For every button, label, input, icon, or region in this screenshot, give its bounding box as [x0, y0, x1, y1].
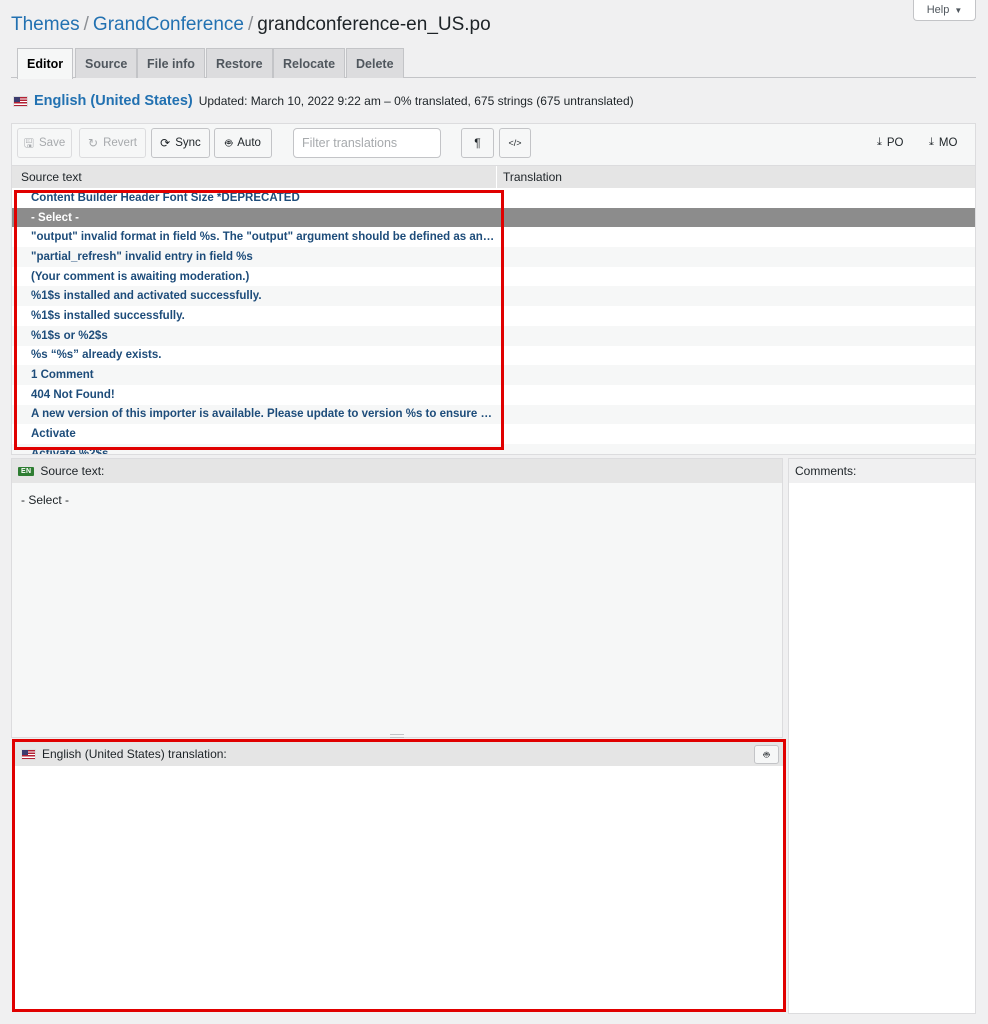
breadcrumb-themes-link[interactable]: Themes — [11, 14, 80, 35]
save-label: Save — [39, 137, 66, 149]
us-flag-icon — [21, 748, 36, 760]
filter-translations-input[interactable] — [293, 128, 441, 158]
source-text-panel: EN Source text: - Select - — [11, 458, 783, 738]
translation-panel: English (United States) translation: 🤖︎ — [14, 741, 785, 1011]
tab-source[interactable]: Source — [75, 48, 138, 78]
source-text-column-header[interactable]: Source text — [21, 170, 82, 184]
invisibles-toggle-button[interactable]: ¶ — [461, 128, 494, 158]
help-label: Help — [926, 4, 950, 16]
string-row[interactable]: A new version of this importer is availa… — [12, 404, 975, 425]
source-text-panel-header: EN Source text: — [12, 459, 782, 483]
auto-translate-single-button[interactable]: 🤖︎ — [754, 745, 779, 764]
string-row-source-text: Content Builder Header Font Size *DEPREC… — [31, 191, 300, 204]
revert-icon: ↻ — [88, 136, 99, 150]
string-row-source-text: "partial_refresh" invalid entry in field… — [31, 250, 253, 263]
language-link[interactable]: English (United States) — [34, 93, 193, 109]
en-language-badge: EN — [18, 466, 35, 476]
string-row[interactable]: (Your comment is awaiting moderation.) — [12, 266, 975, 287]
string-row[interactable]: %1$s or %2$s — [12, 325, 975, 346]
breadcrumb-theme-link[interactable]: GrandConference — [93, 14, 244, 35]
revert-button[interactable]: ↻ Revert — [79, 128, 146, 158]
translation-column-header[interactable]: Translation — [503, 170, 562, 184]
string-row-source-text: %1$s or %2$s — [31, 329, 108, 342]
string-row[interactable]: "output" invalid format in field %s. The… — [12, 227, 975, 248]
string-row[interactable]: - Select - — [12, 207, 975, 228]
breadcrumb: Themes / GrandConference / grandconference-e… — [11, 12, 491, 38]
chevron-down-icon: ▼ — [954, 5, 963, 15]
string-list-header: Source text Translation — [12, 166, 975, 188]
download-po-button[interactable]: ⤓ PO — [877, 136, 904, 149]
string-row[interactable]: Activate %2$s — [12, 443, 975, 454]
string-row[interactable]: %1$s installed successfully. — [12, 306, 975, 326]
pilcrow-icon: ¶ — [474, 136, 481, 150]
breadcrumb-separator: / — [247, 14, 254, 35]
breadcrumb-separator: / — [83, 14, 89, 35]
tab-file-info[interactable]: File info — [137, 48, 205, 78]
resize-handle[interactable] — [390, 734, 404, 738]
string-row-source-text: %s “%s” already exists. — [31, 349, 162, 362]
download-po-label: PO — [886, 136, 904, 149]
string-row[interactable]: %1$s installed and activated successfull… — [12, 286, 975, 307]
download-icon: ⤓ — [877, 136, 882, 148]
sync-icon: ⟳ — [160, 136, 171, 150]
string-row[interactable]: 404 Not Found! — [12, 384, 975, 405]
translation-panel-header: English (United States) translation: 🤖︎ — [15, 742, 784, 766]
sync-button[interactable]: ⟳ Sync — [151, 128, 210, 158]
toolbar: 🖫 Save ↻ Revert ⟳ Sync 🤖︎ Auto ¶ </> ⤓ P… — [12, 124, 975, 166]
string-row[interactable]: %s “%s” already exists. — [12, 345, 975, 366]
download-mo-button[interactable]: ⤓ MO — [929, 136, 957, 149]
string-row-source-text: %1$s installed and activated successfull… — [31, 290, 262, 303]
string-row-source-text: %1$s installed successfully. — [31, 309, 185, 322]
column-divider — [496, 166, 497, 188]
status-text: Updated: March 10, 2022 9:22 am – 0% tra… — [198, 94, 634, 108]
string-row[interactable]: Content Builder Header Font Size *DEPREC… — [12, 188, 975, 208]
translation-input[interactable] — [15, 766, 784, 1010]
string-row[interactable]: Activate — [12, 424, 975, 444]
status-line: English (United States) Updated: March 1… — [13, 92, 634, 110]
auto-label: Auto — [237, 137, 261, 149]
robot-icon: 🤖︎ — [763, 749, 770, 761]
tab-delete[interactable]: Delete — [346, 48, 404, 78]
code-view-toggle-button[interactable]: </> — [499, 128, 531, 158]
editor-panel: 🖫 Save ↻ Revert ⟳ Sync 🤖︎ Auto ¶ </> ⤓ P… — [11, 123, 976, 455]
source-text-panel-title: Source text: — [40, 464, 105, 478]
string-row[interactable]: 1 Comment — [12, 365, 975, 385]
help-button[interactable]: Help ▼ — [913, 0, 976, 21]
tab-restore[interactable]: Restore — [206, 48, 273, 78]
string-row[interactable]: "partial_refresh" invalid entry in field… — [12, 247, 975, 267]
save-button[interactable]: 🖫 Save — [17, 128, 72, 158]
page-title: grandconference-en_US.po — [257, 14, 491, 35]
tab-editor[interactable]: Editor — [17, 48, 74, 79]
revert-label: Revert — [103, 137, 137, 149]
download-mo-label: MO — [938, 136, 958, 149]
translation-panel-title: English (United States) translation: — [42, 747, 227, 761]
string-row-source-text: (Your comment is awaiting moderation.) — [31, 270, 250, 283]
us-flag-icon — [13, 95, 28, 107]
string-list[interactable]: Content Builder Header Font Size *DEPREC… — [12, 188, 975, 454]
string-row-source-text: 1 Comment — [31, 369, 94, 382]
string-row-source-text: - Select - — [31, 211, 79, 224]
download-icon: ⤓ — [929, 136, 934, 148]
code-icon: </> — [508, 138, 522, 148]
string-row-source-text: Activate — [31, 428, 76, 441]
sync-label: Sync — [175, 137, 201, 149]
string-row-source-text: A new version of this importer is availa… — [31, 408, 496, 421]
string-row-source-text: Activate %2$s — [31, 447, 109, 454]
tab-bar: Editor Source File info Restore Relocate… — [11, 48, 976, 79]
robot-icon: 🤖︎ — [225, 136, 233, 150]
string-row-source-text: "output" invalid format in field %s. The… — [31, 231, 496, 244]
comments-panel-header: Comments: — [789, 459, 975, 483]
auto-translate-button[interactable]: 🤖︎ Auto — [214, 128, 272, 158]
tab-relocate[interactable]: Relocate — [273, 48, 346, 78]
comments-panel: Comments: — [788, 458, 976, 1014]
source-text-value: - Select - — [21, 493, 70, 507]
string-row-source-text: 404 Not Found! — [31, 388, 115, 401]
comments-panel-title: Comments: — [795, 464, 857, 478]
save-icon: 🖫 — [23, 136, 34, 150]
